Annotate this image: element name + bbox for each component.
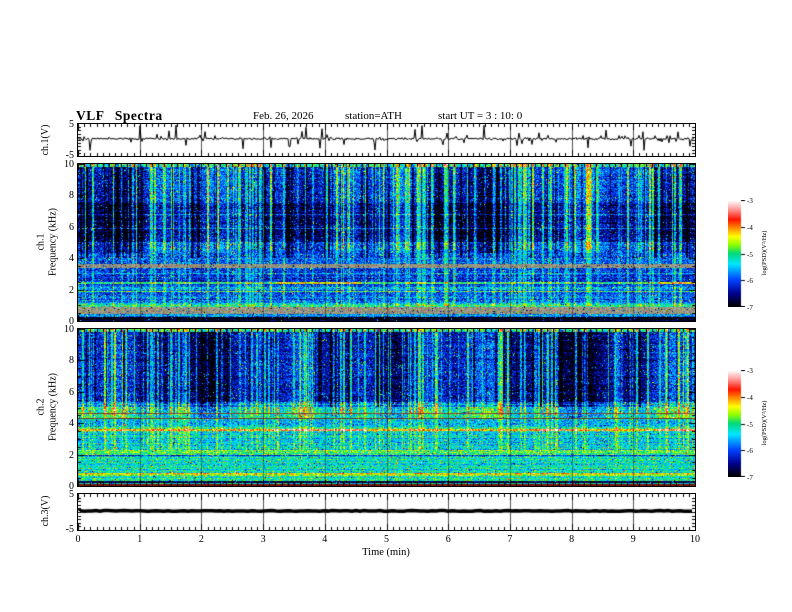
ch3-waveform-ylabel: ch.3(V)	[40, 495, 51, 527]
ch1-waveform-canvas	[77, 123, 696, 157]
colorbar-tick-label: -4	[747, 223, 753, 232]
ch3-waveform-canvas	[77, 493, 696, 531]
x-axis-label: Time (min)	[362, 547, 410, 558]
colorbar-tick-label: -7	[747, 304, 753, 312]
y-tick-label: 2	[69, 284, 74, 296]
y-tick-label: 5	[69, 489, 74, 500]
vlf-spectra-plot: VLF Spectra Feb. 26, 2026 station=ATH st…	[0, 0, 792, 612]
start-ut-label: start UT = 3 : 10: 0	[438, 110, 523, 122]
y-tick-label: 6	[69, 386, 74, 398]
colorbar-tick-label: -7	[747, 474, 753, 482]
ch1-spectrogram-ylabel: ch.1 Frequency (kHz)	[36, 164, 60, 321]
y-tick-label: 5	[69, 119, 74, 130]
y-tick-label: 10	[64, 159, 74, 170]
y-tick-label: 4	[69, 418, 74, 430]
x-tick-label: 8	[569, 534, 575, 545]
x-tick-label: 3	[260, 534, 266, 545]
x-tick-label: 4	[322, 534, 328, 545]
page-title: VLF Spectra	[76, 108, 163, 123]
ch1-spectrogram-canvas	[77, 163, 696, 322]
y-tick-label: 2	[69, 449, 74, 461]
x-tick-label: 2	[198, 534, 204, 545]
ch2-label-line1: ch.2	[35, 398, 47, 416]
y-tick-label: 6	[69, 221, 74, 233]
x-tick-label: 6	[445, 534, 451, 545]
colorbar-tick-label: -4	[747, 393, 753, 402]
colorbar-tick-label: -3	[747, 197, 753, 205]
ch1-waveform-ylabel: ch.1(V)	[40, 124, 51, 156]
x-tick-label: 10	[690, 534, 700, 545]
colorbar-ch2	[728, 370, 746, 477]
station-label: station=ATH	[345, 110, 402, 122]
y-tick-label: -5	[65, 524, 74, 535]
y-tick-label: 4	[69, 253, 74, 265]
x-tick-label: 1	[137, 534, 143, 545]
y-tick-label: 10	[64, 324, 74, 335]
ch1-label-line1: ch.1	[35, 233, 47, 251]
x-tick-label: 0	[75, 534, 81, 545]
x-tick-label: 5	[384, 534, 389, 545]
colorbar-tick-label: -3	[747, 367, 753, 375]
x-tick-label: 9	[630, 534, 636, 545]
colorbar-tick-label: -6	[747, 277, 753, 286]
colorbar-tick-label: -6	[747, 447, 753, 456]
ch2-label-line2: Frequency (kHz)	[47, 372, 59, 442]
ch2-spectrogram-canvas	[77, 328, 696, 487]
ch2-spectrogram-ylabel: ch.2 Frequency (kHz)	[36, 329, 60, 486]
date-label: Feb. 26, 2026	[253, 110, 314, 122]
y-tick-label: 8	[69, 190, 74, 202]
x-tick-label: 7	[507, 534, 513, 545]
colorbar-tick-label: -5	[747, 420, 753, 429]
y-tick-label: 8	[69, 355, 74, 367]
colorbar-ch1	[728, 200, 746, 307]
colorbar-tick-label: -5	[747, 250, 753, 259]
ch1-label-line2: Frequency (kHz)	[47, 207, 59, 277]
